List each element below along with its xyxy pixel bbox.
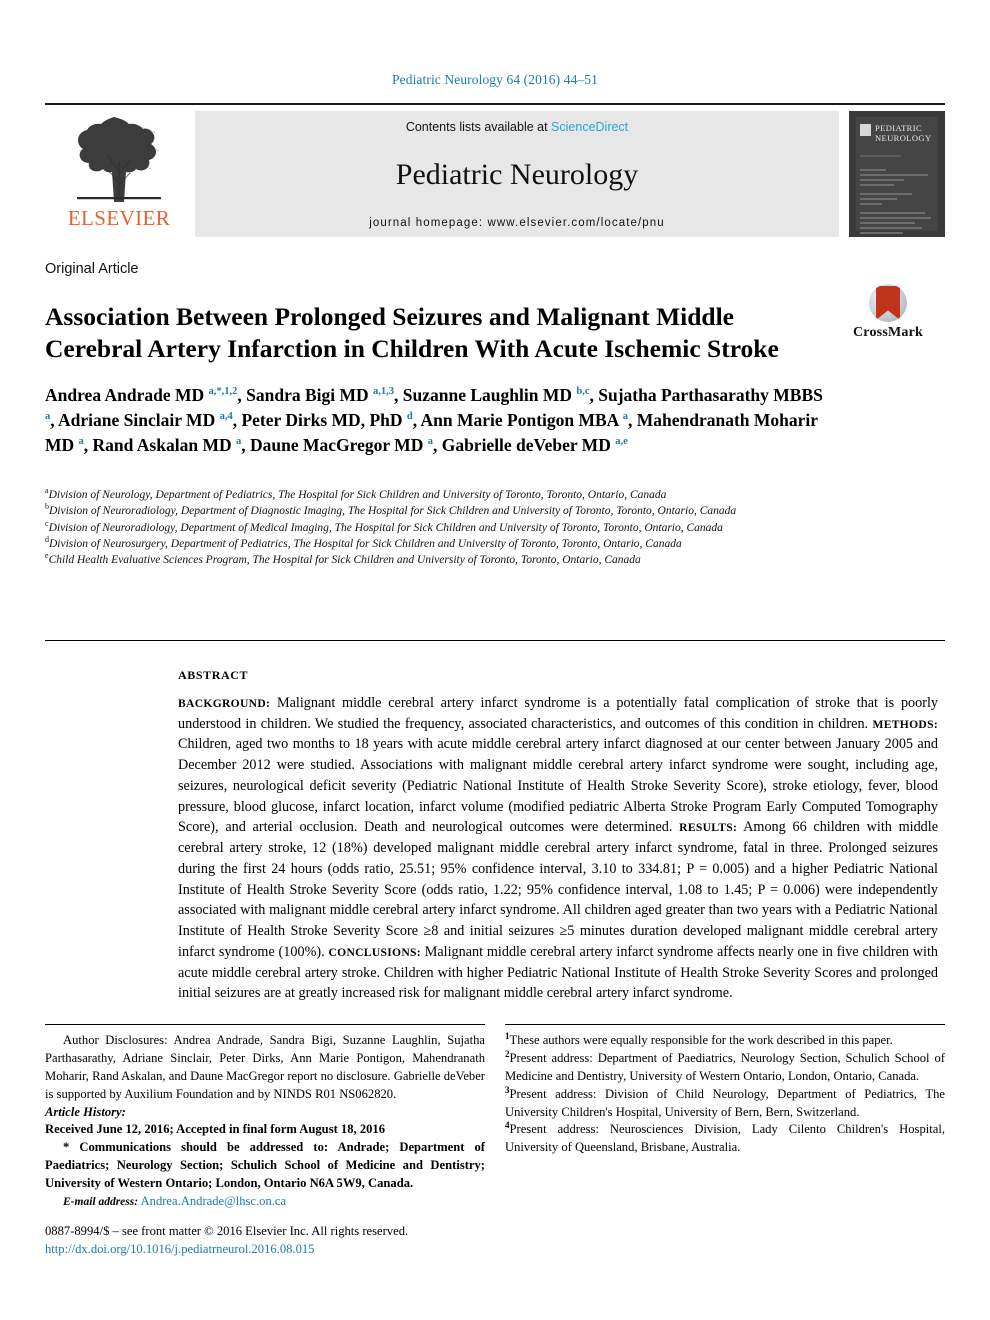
affiliation-text: Division of Neuroradiology, Department o… <box>48 521 723 534</box>
page-title: Association Between Prolonged Seizures a… <box>45 302 779 364</box>
journal-masthead: ELSEVIER Contents lists available at Sci… <box>45 103 945 237</box>
footnote-text: Present address: Department of Paediatri… <box>505 1050 945 1083</box>
article-history-dates: Received June 12, 2016; Accepted in fina… <box>45 1122 386 1137</box>
footer-divider-left <box>45 1024 485 1025</box>
author-disclosures: Author Disclosures: Andrea Andrade, Sand… <box>45 1033 485 1101</box>
affiliation-list: aDivision of Neurology, Department of Pe… <box>45 487 845 569</box>
contents-available-line: Contents lists available at ScienceDirec… <box>406 120 628 134</box>
abstract-label: ABSTRACT <box>178 668 249 682</box>
article-type-label: Original Article <box>45 261 139 277</box>
journal-homepage-link[interactable]: journal homepage: www.elsevier.com/locat… <box>369 217 665 229</box>
article-history-label: Article History: <box>45 1104 126 1119</box>
article-first-page: Pediatric Neurology 64 (2016) 44–51 ELSE… <box>0 0 990 1320</box>
corresponding-author-note: * Communications should be addressed to:… <box>45 1140 485 1190</box>
crossmark-badge[interactable]: CrossMark <box>828 284 948 341</box>
email-label: E-mail address: <box>63 1195 139 1208</box>
running-head: Pediatric Neurology 64 (2016) 44–51 <box>392 72 598 87</box>
footnote-item: 4Present address: Neurosciences Division… <box>505 1121 945 1157</box>
abstract-section-text: Malignant middle cerebral artery infarct… <box>178 695 938 732</box>
abstract-section-heading: METHODS: <box>872 717 938 731</box>
abstract-section-heading: BACKGROUND: <box>178 697 271 710</box>
copyright-block: 0887-8994/$ – see front matter © 2016 El… <box>45 1222 645 1259</box>
abstract-body: BACKGROUND: Malignant middle cerebral ar… <box>178 693 938 1004</box>
email-link[interactable]: Andrea.Andrade@lhsc.on.ca <box>141 1194 287 1208</box>
footnote-item: 1These authors were equally responsible … <box>505 1031 945 1050</box>
abstract-section-heading: RESULTS: <box>679 821 738 835</box>
affiliation-item: eChild Health Evaluative Sciences Progra… <box>45 552 845 568</box>
doi-link[interactable]: http://dx.doi.org/10.1016/j.pediatrneuro… <box>45 1240 645 1258</box>
footer-divider-right <box>505 1024 945 1025</box>
contents-prefix: Contents lists available at <box>405 120 552 134</box>
section-divider <box>45 640 945 641</box>
affiliation-text: Division of Neurology, Department of Ped… <box>48 489 667 501</box>
affiliation-item: cDivision of Neuroradiology, Department … <box>45 519 845 536</box>
crossmark-bookmark-shape <box>876 286 900 320</box>
author-list: Andrea Andrade MD a,*,1,2, Sandra Bigi M… <box>45 385 823 455</box>
elsevier-wordmark: ELSEVIER <box>67 206 171 230</box>
footer-right-column: 1These authors were equally responsible … <box>505 1031 945 1157</box>
affiliation-text: Child Health Evaluative Sciences Program… <box>48 554 641 567</box>
footer-left-column: Author Disclosures: Andrea Andrade, Sand… <box>45 1032 485 1211</box>
footnote-item: 3Present address: Division of Child Neur… <box>505 1085 945 1122</box>
affiliation-text: Division of Neuroradiology, Department o… <box>49 505 737 518</box>
email-address-line: E-mail address: Andrea.Andrade@lhsc.on.c… <box>45 1193 485 1211</box>
affiliation-item: dDivision of Neurosurgery, Department of… <box>45 536 845 552</box>
abstract-section-heading: CONCLUSIONS: <box>328 945 421 959</box>
crossmark-label: CrossMark <box>853 325 923 340</box>
elsevier-logo: ELSEVIER <box>45 111 193 229</box>
journal-title: Pediatric Neurology <box>395 158 639 191</box>
sciencedirect-link[interactable]: ScienceDirect <box>551 120 628 134</box>
footnote-item: 2Present address: Department of Paediatr… <box>505 1049 945 1086</box>
cover-text-lines <box>860 155 934 237</box>
affiliation-item: aDivision of Neurology, Department of Pe… <box>45 487 845 503</box>
abstract-section-text: Among 66 children with middle cerebral a… <box>178 819 938 960</box>
cover-journal-title: PEDIATRIC NEUROLOGY <box>875 123 932 143</box>
footnote-text: Present address: Division of Child Neuro… <box>505 1086 945 1119</box>
cover-emblem-icon <box>860 124 871 136</box>
footnote-text: Present address: Neurosciences Division,… <box>505 1122 945 1155</box>
journal-band: Contents lists available at ScienceDirec… <box>195 111 839 237</box>
affiliation-item: bDivision of Neuroradiology, Department … <box>45 503 845 519</box>
affiliation-text: Division of Neurosurgery, Department of … <box>49 537 682 550</box>
journal-cover-thumbnail[interactable]: PEDIATRIC NEUROLOGY <box>849 111 945 237</box>
footnote-text: These authors were equally responsible f… <box>509 1033 893 1047</box>
issn-copyright-line: 0887-8994/$ – see front matter © 2016 El… <box>45 1224 409 1238</box>
crossmark-icon <box>869 284 907 322</box>
elsevier-tree-icon <box>77 117 161 202</box>
